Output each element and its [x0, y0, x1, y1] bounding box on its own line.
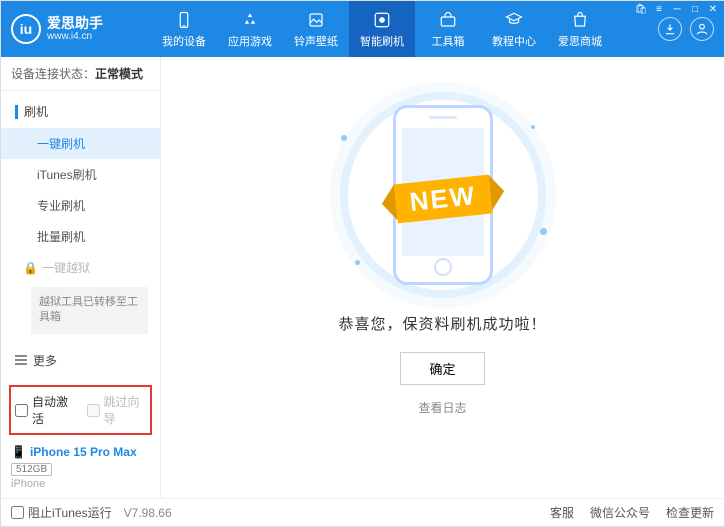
app-title: 爱思助手: [47, 16, 103, 31]
sidebar-item-itunes-flash[interactable]: iTunes刷机: [1, 159, 160, 190]
nav-store[interactable]: 爱思商城: [547, 1, 613, 57]
auto-activate-checkbox[interactable]: 自动激活: [15, 393, 75, 427]
flash-icon: [372, 10, 392, 30]
support-link[interactable]: 客服: [550, 504, 574, 521]
sidebar-item-jailbreak: 🔒 一键越狱: [1, 252, 160, 283]
app-header: iu 爱思助手 www.i4.cn 我的设备 应用游戏 铃声壁纸 智能刷机: [1, 1, 724, 57]
menu-icon[interactable]: ≡: [652, 3, 666, 15]
nav-tools[interactable]: 工具箱: [415, 1, 481, 57]
list-icon: [15, 355, 27, 365]
device-type: iPhone: [11, 478, 150, 490]
nav-ringtones[interactable]: 铃声壁纸: [283, 1, 349, 57]
wechat-link[interactable]: 微信公众号: [590, 504, 650, 521]
version-label: V7.98.66: [124, 506, 172, 520]
view-log-link[interactable]: 查看日志: [418, 399, 466, 416]
maximize-icon[interactable]: □: [688, 3, 702, 15]
nav-apps[interactable]: 应用游戏: [217, 1, 283, 57]
app-logo: iu 爱思助手 www.i4.cn: [11, 14, 151, 44]
store-icon: [570, 10, 590, 30]
sidebar: 设备连接状态：正常模式 刷机 一键刷机 iTunes刷机 专业刷机 批量刷机 🔒…: [1, 57, 161, 498]
apps-icon: [240, 10, 260, 30]
ok-button[interactable]: 确定: [400, 352, 484, 385]
success-illustration: NEW: [333, 95, 553, 295]
lock-icon: 🔒: [23, 261, 38, 275]
sidebar-item-oneclick-flash[interactable]: 一键刷机: [1, 128, 160, 159]
highlight-box: 自动激活 跳过向导: [9, 385, 152, 435]
device-block: 📱 iPhone 15 Pro Max 512GB iPhone: [1, 437, 160, 498]
download-button[interactable]: [658, 17, 682, 41]
close-icon[interactable]: ✕: [706, 3, 720, 15]
check-update-link[interactable]: 检查更新: [666, 504, 714, 521]
user-button[interactable]: [690, 17, 714, 41]
cart-icon[interactable]: 🛍: [634, 3, 648, 15]
app-site: www.i4.cn: [47, 31, 103, 42]
skip-guide-checkbox[interactable]: 跳过向导: [87, 393, 147, 427]
top-nav: 我的设备 应用游戏 铃声壁纸 智能刷机 工具箱 教程中心: [151, 1, 658, 57]
sidebar-item-pro-flash[interactable]: 专业刷机: [1, 190, 160, 221]
main-panel: NEW 恭喜您，保资料刷机成功啦！ 确定 查看日志: [161, 57, 724, 498]
footer: 阻止iTunes运行 V7.98.66 客服 微信公众号 检查更新: [1, 498, 724, 526]
success-message: 恭喜您，保资料刷机成功啦！: [338, 313, 546, 334]
sidebar-item-other-tools[interactable]: 其他工具: [1, 377, 160, 383]
device-name[interactable]: 📱 iPhone 15 Pro Max: [11, 445, 150, 459]
minimize-icon[interactable]: ─: [670, 3, 684, 15]
wallpaper-icon: [306, 10, 326, 30]
group-flash: 刷机: [1, 95, 160, 128]
group-more: 更多: [1, 344, 160, 377]
sidebar-item-batch-flash[interactable]: 批量刷机: [1, 221, 160, 252]
device-icon: [174, 10, 194, 30]
logo-icon: iu: [11, 14, 41, 44]
phone-icon: 📱: [11, 445, 26, 459]
connection-status: 设备连接状态：正常模式: [1, 57, 160, 91]
block-itunes-checkbox[interactable]: 阻止iTunes运行: [11, 504, 112, 521]
tutorial-icon: [504, 10, 524, 30]
nav-tutorial[interactable]: 教程中心: [481, 1, 547, 57]
toolbox-icon: [438, 10, 458, 30]
device-capacity: 512GB: [11, 463, 52, 476]
jailbreak-note: 越狱工具已转移至工具箱: [31, 287, 148, 334]
nav-device[interactable]: 我的设备: [151, 1, 217, 57]
nav-flash[interactable]: 智能刷机: [349, 1, 415, 57]
